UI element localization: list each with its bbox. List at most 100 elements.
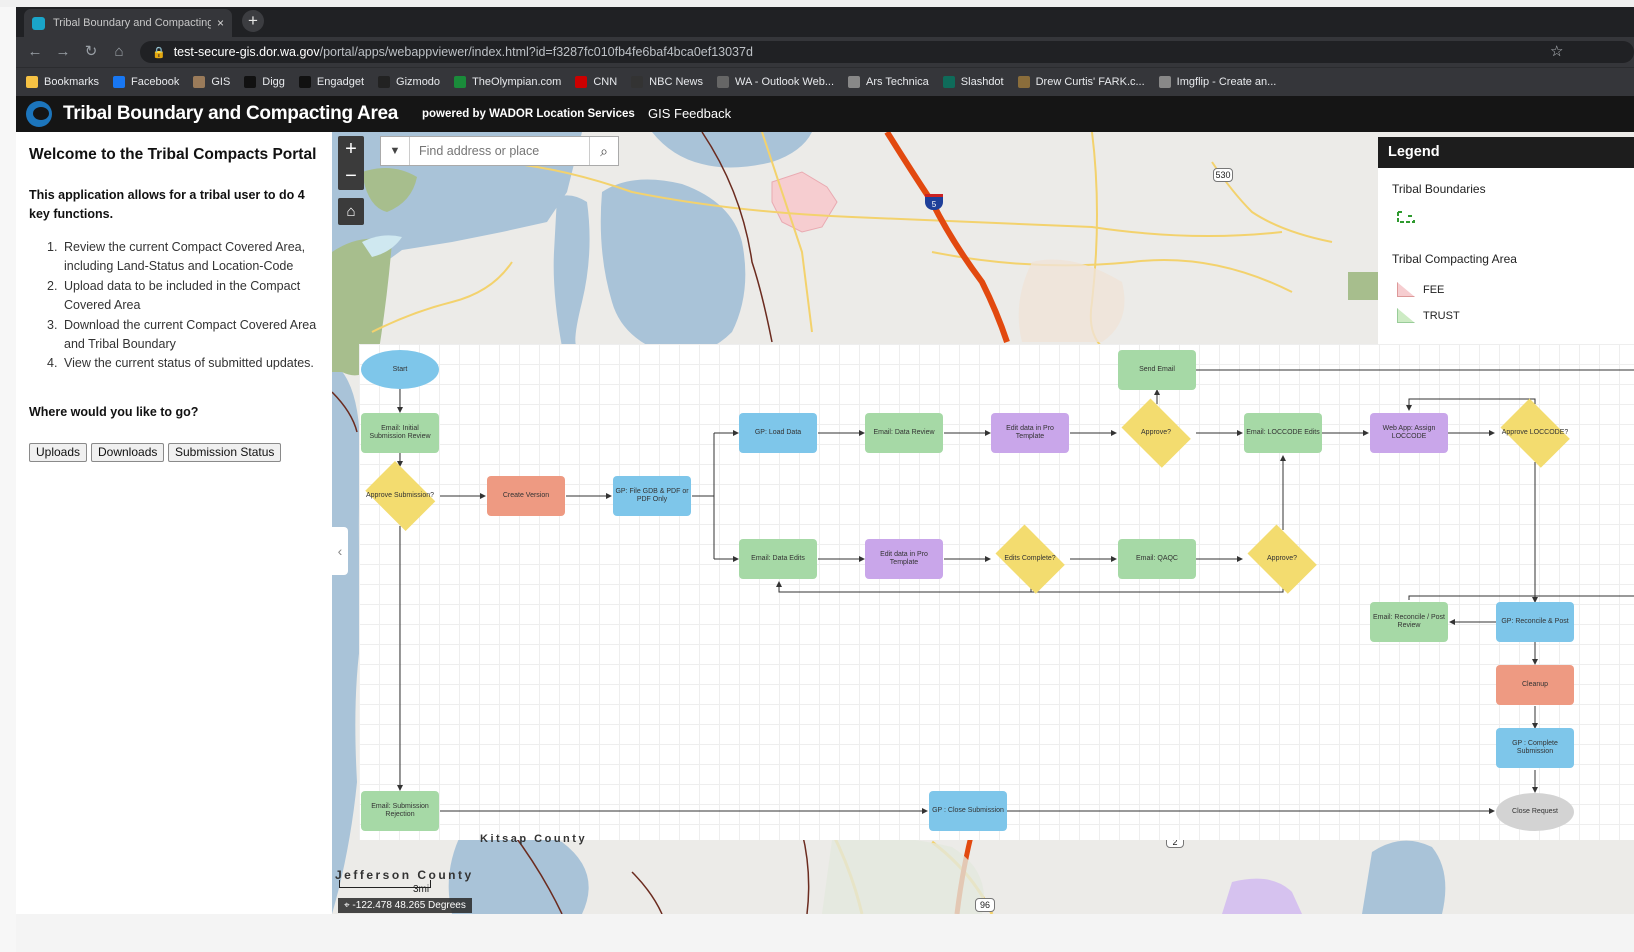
flow-gp-close-submission: GP : Close Submission <box>929 791 1007 831</box>
flow-approve-loccode: Approve LOCCODE? <box>1495 404 1575 462</box>
flow-gp-file-gdb: GP: File GDB & PDF or PDF Only <box>613 476 691 516</box>
bookmark-item[interactable]: Bookmarks <box>26 76 99 88</box>
gis-icon <box>193 76 206 88</box>
legend-item-label: FEE <box>1423 283 1445 296</box>
bookmark-item[interactable]: Imgflip - Create an... <box>1158 76 1277 88</box>
bookmark-label: Imgflip - Create an... <box>1176 76 1277 88</box>
flow-approve-submission: Approve Submission? <box>360 466 440 526</box>
bookmark-star-icon[interactable]: ☆ <box>1550 41 1563 63</box>
bookmark-label: Engadget <box>316 76 365 88</box>
sr530-shield: 530 <box>1213 168 1233 182</box>
flow-email-data-review: Email: Data Review <box>865 413 943 453</box>
screen-left-edge <box>0 7 16 952</box>
new-tab-button[interactable]: + <box>242 10 264 32</box>
flow-start: Start <box>361 350 439 389</box>
flow-approve-2: Approve? <box>1242 530 1322 588</box>
search-icon[interactable]: ⌕ <box>589 137 618 165</box>
bookmark-label: GIS <box>211 76 231 88</box>
flow-gp-load-data: GP: Load Data <box>739 413 817 453</box>
url-path: /portal/apps/webappviewer/index.html?id=… <box>319 45 753 59</box>
home-extent-button[interactable]: ⌂ <box>338 198 364 225</box>
list-item: 4. View the current status of submitted u… <box>47 356 314 371</box>
page-icon <box>1158 76 1171 88</box>
folder-icon <box>26 76 38 88</box>
fee-swatch <box>1397 282 1415 297</box>
list-item: 2. Upload data to be included in the Comp… <box>47 278 301 313</box>
bookmark-label: Digg <box>262 76 285 88</box>
fark-icon <box>1017 76 1030 88</box>
flow-edits-complete: Edits Complete? <box>990 530 1070 588</box>
powered-by-label: powered by WADOR Location Services <box>422 108 635 120</box>
tribal-boundary-symbol-icon <box>1396 210 1416 226</box>
bookmark-item[interactable]: Gizmodo <box>378 76 440 88</box>
bookmark-item[interactable]: Drew Curtis' FARK.c... <box>1017 76 1145 88</box>
coordinate-text: -122.478 48.265 Degrees <box>352 900 466 911</box>
bookmark-label: WA - Outlook Web... <box>734 76 835 88</box>
olympian-icon <box>454 76 467 88</box>
panel-heading: Welcome to the Tribal Compacts Portal <box>29 146 317 163</box>
workflow-diagram: Start Email: Initial Submission Review A… <box>359 344 1634 840</box>
bookmark-label: TheOlympian.com <box>472 76 562 88</box>
bookmark-item[interactable]: NBC News <box>631 76 703 88</box>
back-arrow-icon[interactable]: ← <box>24 41 46 63</box>
reload-icon[interactable]: ↻ <box>80 41 102 63</box>
bookmark-item[interactable]: Ars Technica <box>848 76 929 88</box>
zoom-out-button[interactable]: − <box>338 163 364 190</box>
scale-label: 3mi <box>413 884 430 895</box>
bookmark-item[interactable]: GIS <box>193 76 230 88</box>
downloads-button[interactable]: Downloads <box>91 443 165 462</box>
browser-tab[interactable]: Tribal Boundary and Compacting Area × <box>24 9 232 37</box>
bookmark-item[interactable]: Digg <box>244 76 285 88</box>
digg-icon <box>244 76 257 88</box>
cnn-icon <box>575 76 588 88</box>
function-list: 1. Review the current Compact Covered Are… <box>47 238 323 374</box>
lock-icon: 🔒 <box>152 47 166 59</box>
outlook-icon <box>716 76 729 88</box>
bookmark-item[interactable]: CNN <box>575 76 617 88</box>
uploads-button[interactable]: Uploads <box>29 443 88 462</box>
bookmark-label: NBC News <box>649 76 703 88</box>
bookmark-item[interactable]: Engadget <box>298 76 365 88</box>
close-tab-icon[interactable]: × <box>217 16 224 30</box>
search-input[interactable] <box>410 137 589 165</box>
engadget-icon <box>298 76 311 88</box>
flow-email-data-edits: Email: Data Edits <box>739 539 817 579</box>
bookmark-item[interactable]: Facebook <box>113 76 179 88</box>
list-item: 3. Download the current Compact Covered A… <box>47 317 317 352</box>
legend-title: Legend <box>1378 137 1634 168</box>
navigation-question: Where would you like to go? <box>29 405 199 419</box>
nbc-icon <box>631 76 644 88</box>
legend-section-compacting: Tribal Compacting Area <box>1392 252 1517 266</box>
bookmark-item[interactable]: TheOlympian.com <box>454 76 561 88</box>
bookmark-label: CNN <box>593 76 618 88</box>
flow-email-loccode-edits: Email: LOCCODE Edits <box>1244 413 1322 453</box>
flow-close-request: Close Request <box>1496 793 1574 831</box>
legend-item-trust: TRUST <box>1397 308 1460 323</box>
legend-item-fee: FEE <box>1397 282 1444 297</box>
slashdot-icon <box>942 76 955 88</box>
forward-arrow-icon[interactable]: → <box>52 41 74 63</box>
submission-status-button[interactable]: Submission Status <box>168 443 282 462</box>
search-source-dropdown-icon[interactable]: ▼ <box>381 137 410 165</box>
collapse-panel-button[interactable]: ‹ <box>332 527 348 575</box>
address-bar[interactable]: 🔒 test-secure-gis.dor.wa.gov/portal/apps/… <box>140 41 1634 63</box>
bookmark-item[interactable]: Slashdot <box>942 76 1004 88</box>
trust-swatch <box>1397 308 1415 323</box>
flow-email-reconcile: Email: Reconcile / Post Review <box>1370 602 1448 642</box>
flow-send-email: Send Email <box>1118 350 1196 390</box>
flow-webapp-assign-loccode: Web App: Assign LOCCODE <box>1370 413 1448 453</box>
gis-feedback-link[interactable]: GIS Feedback <box>648 106 731 121</box>
bookmark-label: Facebook <box>131 76 180 88</box>
zoom-in-button[interactable]: + <box>338 136 364 163</box>
flow-email-rejection: Email: Submission Rejection <box>361 791 439 831</box>
bookmark-label: Gizmodo <box>396 76 441 88</box>
flow-cleanup: Cleanup <box>1496 665 1574 705</box>
flow-email-qaqc: Email: QAQC <box>1118 539 1196 579</box>
list-item: 1. Review the current Compact Covered Are… <box>47 240 306 274</box>
tab-title: Tribal Boundary and Compacting Area <box>53 17 211 29</box>
bookmark-item[interactable]: WA - Outlook Web... <box>716 76 835 88</box>
home-icon[interactable]: ⌂ <box>108 41 130 63</box>
app-title: Tribal Boundary and Compacting Area <box>63 103 399 124</box>
coordinate-readout: ⌖ -122.478 48.265 Degrees <box>338 898 472 913</box>
facebook-icon <box>113 76 126 88</box>
